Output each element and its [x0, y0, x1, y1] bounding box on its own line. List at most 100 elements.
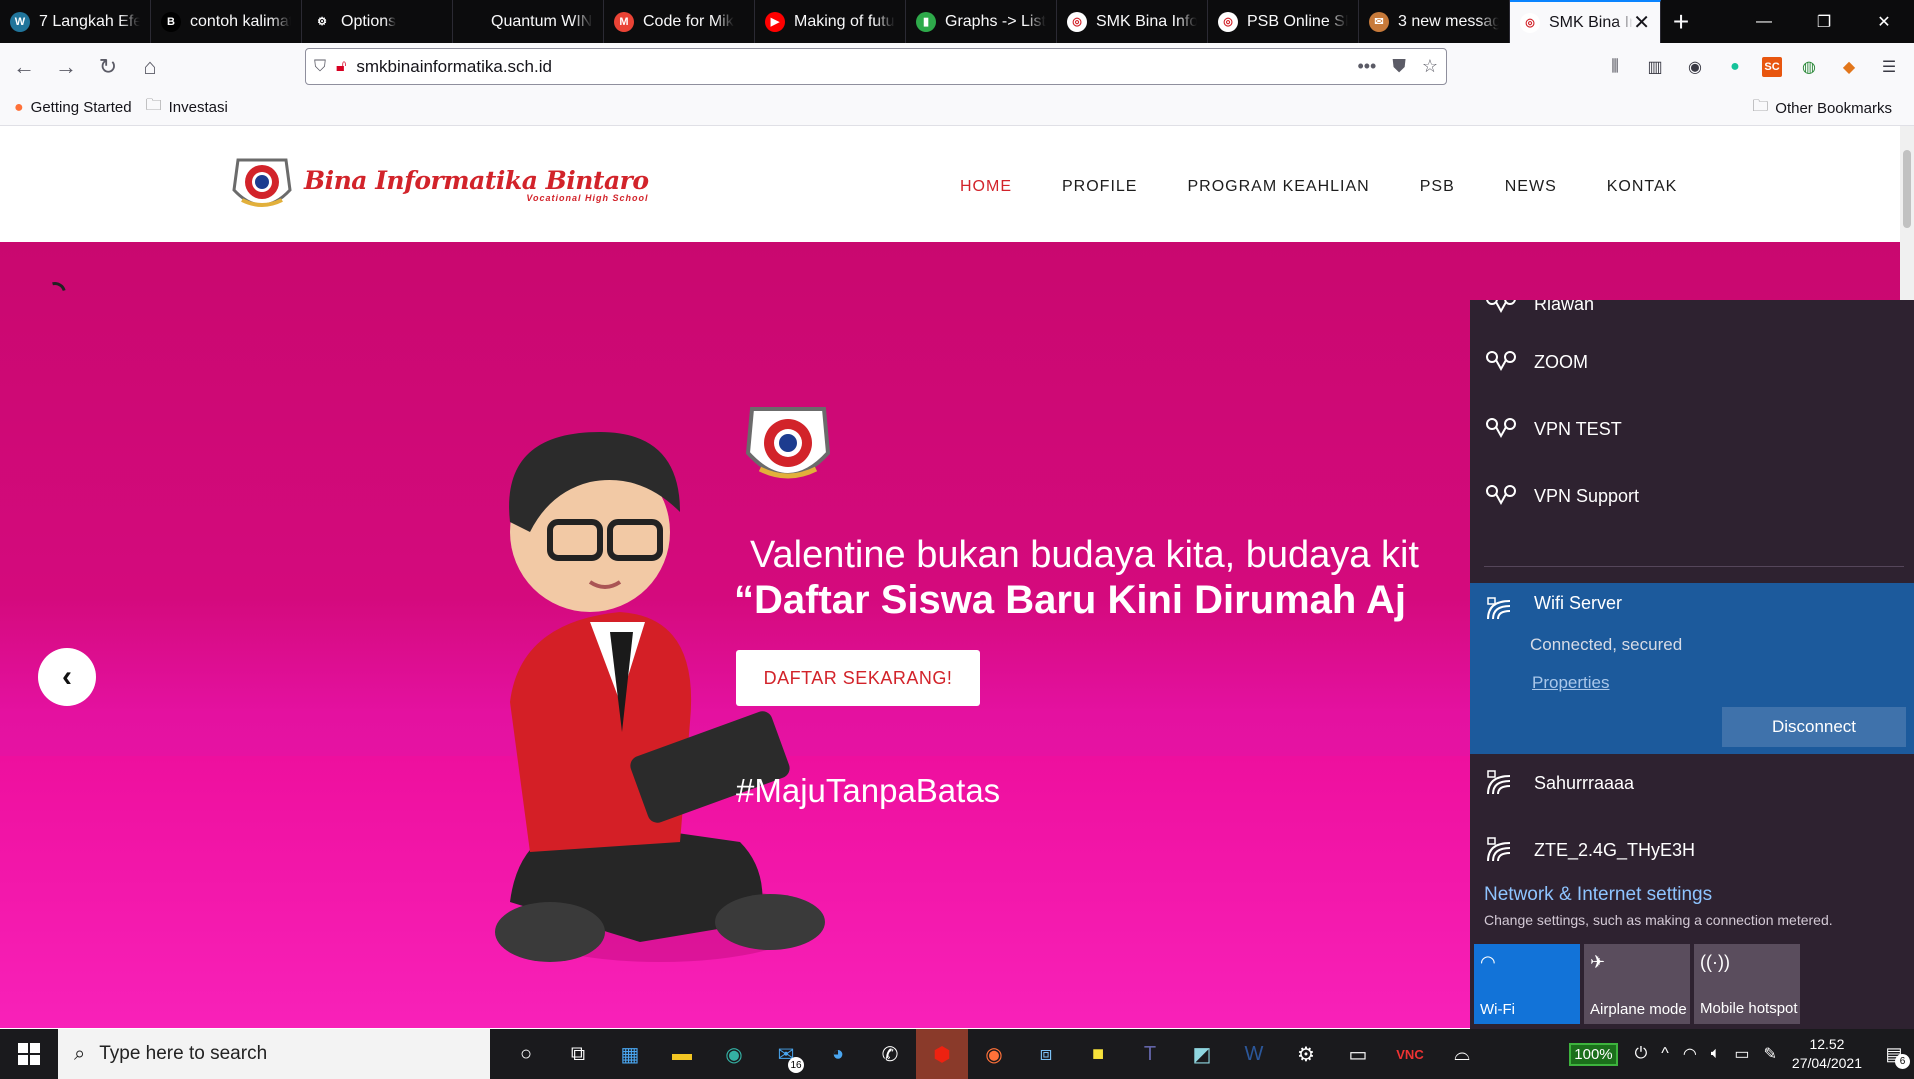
home-button[interactable]: ⌂	[132, 49, 168, 85]
account-icon[interactable]: ◉	[1682, 54, 1708, 80]
vpn-item-vpn-support[interactable]: VPN Support	[1470, 484, 1914, 508]
minimize-button[interactable]: —	[1734, 0, 1794, 43]
taskbar-terminal[interactable]: ▭	[1332, 1029, 1384, 1079]
taskbar-app-red[interactable]: ⬢	[916, 1029, 968, 1079]
browser-tab[interactable]: ▶ Making of futu	[755, 0, 906, 43]
cortana-button[interactable]: ○	[500, 1029, 552, 1079]
wifi-tray-icon[interactable]: ◠	[1683, 1044, 1697, 1064]
menu-home[interactable]: HOME	[960, 178, 1012, 196]
browser-tab[interactable]: ▮ Graphs -> List	[906, 0, 1057, 43]
wifi-item-sahurrraaaa[interactable]: Sahurrraaaa	[1470, 768, 1914, 798]
new-tab-button[interactable]: +	[1661, 0, 1701, 43]
close-window-button[interactable]: ✕	[1854, 0, 1914, 43]
menu-kontak[interactable]: KONTAK	[1607, 178, 1678, 196]
quick-action-mobile-hotspot[interactable]: ((·)) Mobile hotspot	[1694, 944, 1800, 1024]
idm-icon[interactable]: ◍	[1796, 54, 1822, 80]
taskbar-settings[interactable]: ⚙	[1280, 1029, 1332, 1079]
taskbar-app-cyan[interactable]: ◩	[1176, 1029, 1228, 1079]
scrollbar-thumb[interactable]	[1903, 150, 1911, 228]
taskbar-app-satellite[interactable]: ⌓	[1436, 1029, 1488, 1079]
site-logo[interactable]: Bina Informatika Bintaro Vocational High…	[228, 150, 649, 218]
wifi-icon: ◠	[1480, 952, 1496, 972]
edge-icon: ◉	[725, 1043, 743, 1066]
browser-tab[interactable]: Quantum WINBOX	[453, 0, 604, 43]
taskbar-edge[interactable]: ◉	[708, 1029, 760, 1079]
browser-tab[interactable]: W 7 Langkah Efek	[0, 0, 151, 43]
slider-prev-button[interactable]: ‹	[38, 648, 96, 706]
gear-icon: ⚙	[317, 16, 327, 28]
pen-icon[interactable]: ✎	[1764, 1044, 1777, 1064]
wifi-item-zte[interactable]: ZTE_2.4G_THyE3H	[1470, 835, 1914, 865]
metamask-fox-icon[interactable]: ◆	[1836, 54, 1862, 80]
bookmark-investasi[interactable]: 🗀 Investasi	[146, 94, 228, 121]
disconnect-button[interactable]: Disconnect	[1722, 707, 1906, 747]
tracking-shield-icon[interactable]: ⛉	[314, 58, 326, 76]
close-tab-icon[interactable]: ✕	[1633, 10, 1650, 35]
browser-tab[interactable]: ◎ SMK Bina In ✕	[1510, 0, 1661, 43]
start-button[interactable]	[0, 1029, 58, 1079]
sidebar-icon[interactable]: ▥	[1642, 54, 1668, 80]
network-settings-link[interactable]: Network & Internet settings	[1484, 884, 1712, 906]
other-bookmarks[interactable]: 🗀 Other Bookmarks	[1752, 90, 1892, 126]
taskbar-app-skype[interactable]: ◕	[812, 1029, 864, 1079]
power-plug-icon[interactable]: ⏻	[1635, 1045, 1648, 1063]
browser-tab[interactable]: ◎ SMK Bina Info	[1057, 0, 1208, 43]
properties-link[interactable]: Properties	[1532, 673, 1609, 693]
back-button[interactable]: ←	[6, 49, 42, 85]
menu-hamburger-icon[interactable]: ☰	[1876, 54, 1902, 80]
taskbar-whatsapp[interactable]: ✆	[864, 1029, 916, 1079]
taskbar-file-explorer[interactable]: ▬	[656, 1029, 708, 1079]
volume-icon[interactable]: 🔈︎	[1711, 1045, 1721, 1063]
battery-percentage[interactable]: 100%	[1569, 1042, 1618, 1066]
reload-button[interactable]: ↻	[90, 49, 126, 85]
sc-extension-icon[interactable]: SC	[1762, 56, 1782, 77]
pocket-icon[interactable]: ⛊	[1392, 56, 1406, 77]
task-view-button[interactable]: ⧉	[552, 1029, 604, 1079]
vpn-item-vpn-test[interactable]: VPN TEST	[1470, 417, 1914, 441]
forward-button[interactable]: →	[48, 49, 84, 85]
url-text: smkbinainformatika.sch.id	[356, 56, 552, 76]
back-arrow-icon: ←	[13, 53, 35, 79]
insecure-lock-icon[interactable]: 🔓︎	[336, 58, 346, 76]
red-app-icon: ⬢	[933, 1043, 951, 1066]
menu-profile[interactable]: PROFILE	[1062, 178, 1137, 196]
taskbar-firefox[interactable]: ◉	[968, 1029, 1020, 1079]
action-center-button[interactable]: ▤ 6	[1874, 1044, 1914, 1069]
taskbar-sticky-notes[interactable]: ■	[1072, 1029, 1124, 1079]
menu-program-keahlian[interactable]: PROGRAM KEAHLIAN	[1187, 178, 1369, 196]
browser-tab[interactable]: ✉ 3 new message	[1359, 0, 1510, 43]
taskbar-mail[interactable]: ✉ 16	[760, 1029, 812, 1079]
address-bar[interactable]: ⛉ 🔓︎ smkbinainformatika.sch.id ••• ⛊ ☆	[305, 48, 1447, 85]
notification-count: 6	[1895, 1053, 1910, 1069]
bookmark-star-icon[interactable]: ☆	[1422, 56, 1438, 77]
menu-news[interactable]: NEWS	[1505, 178, 1557, 196]
bookmark-getting-started[interactable]: ● Getting Started	[14, 99, 132, 117]
wifi-item-connected[interactable]: Wifi Server Connected, secured Propertie…	[1470, 583, 1914, 754]
library-icon[interactable]: ⫼	[1602, 54, 1628, 80]
page-actions-icon[interactable]: •••	[1357, 56, 1376, 77]
taskbar-network-app[interactable]: ⧈	[1020, 1029, 1072, 1079]
register-now-button[interactable]: DAFTAR SEKARANG!	[736, 650, 980, 706]
restore-button[interactable]: ❐	[1794, 0, 1854, 43]
browser-tab[interactable]: Bcontoh kalimat	[151, 0, 302, 43]
wifi-name: Wifi Server	[1534, 593, 1623, 613]
browser-tab[interactable]: ⚙ Options	[302, 0, 453, 43]
vpn-item-zoom[interactable]: ZOOM	[1470, 350, 1914, 374]
taskbar-word[interactable]: W	[1228, 1029, 1280, 1079]
taskbar-app-1[interactable]: ▦	[604, 1029, 656, 1079]
browser-tab[interactable]: ◎ PSB Online SM	[1208, 0, 1359, 43]
taskbar-teams[interactable]: T	[1124, 1029, 1176, 1079]
quick-action-airplane-mode[interactable]: ✈ Airplane mode	[1584, 944, 1690, 1024]
wifi-secured-icon	[1487, 597, 1511, 620]
grammarly-icon[interactable]: ●	[1722, 54, 1748, 80]
show-hidden-icons-chevron-icon[interactable]: ^	[1661, 1045, 1669, 1063]
browser-tab[interactable]: M Code for Mik	[604, 0, 755, 43]
taskbar-search-box[interactable]: ⌕ Type here to search	[58, 1029, 490, 1079]
menu-psb[interactable]: PSB	[1420, 178, 1455, 196]
quick-action-wifi[interactable]: ◠ Wi-Fi	[1474, 944, 1580, 1024]
vpn-item-riawan[interactable]: Riawan	[1470, 300, 1914, 320]
taskbar-vnc[interactable]: VNC	[1384, 1029, 1436, 1079]
bookmark-label: Investasi	[168, 99, 228, 116]
system-clock[interactable]: 12.52 27/04/2021	[1792, 1035, 1862, 1073]
battery-icon[interactable]: ▭	[1734, 1044, 1749, 1064]
